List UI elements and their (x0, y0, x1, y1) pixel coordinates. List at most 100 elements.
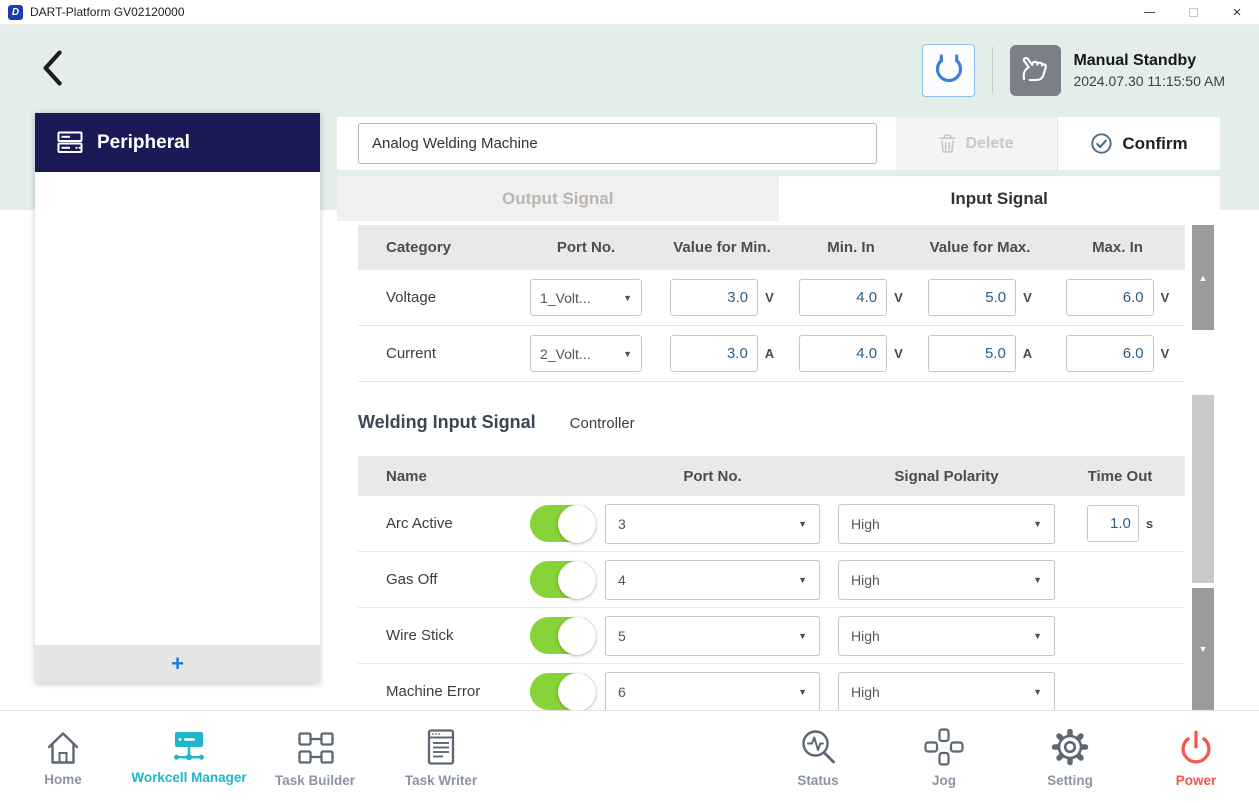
machine-error-toggle[interactable] (530, 673, 596, 710)
arc-active-port-dropdown[interactable]: 3 ▼ (605, 504, 820, 544)
col-signal-polarity: Signal Polarity (838, 468, 1055, 485)
arc-active-toggle[interactable] (530, 505, 596, 542)
gas-off-port-dropdown[interactable]: 4 ▼ (605, 560, 820, 600)
signal-table-header: Name Port No. Signal Polarity Time Out (358, 456, 1185, 496)
voltage-value-for-min-field[interactable]: 3.0 (670, 279, 758, 316)
unit-label: V (1023, 290, 1032, 305)
nav-label: Power (1176, 773, 1217, 788)
table-row-voltage: Voltage 1_Volt... ▼ 3.0 V 4.0 V 5.0 (358, 270, 1185, 326)
dropdown-value: High (851, 516, 880, 532)
gas-off-polarity-dropdown[interactable]: High ▼ (838, 560, 1055, 600)
wire-stick-toggle[interactable] (530, 617, 596, 654)
status-icon (796, 726, 840, 768)
delete-button[interactable]: Delete (896, 117, 1057, 170)
nav-jog[interactable]: Jog (881, 711, 1007, 803)
close-button[interactable]: × (1215, 0, 1259, 24)
nav-label: Workcell Manager (131, 770, 246, 785)
scroll-up-button[interactable]: ▲ (1192, 225, 1214, 330)
dropdown-value: 3 (618, 516, 626, 532)
dropdown-value: 5 (618, 628, 626, 644)
nav-workcell-manager[interactable]: Workcell Manager (126, 711, 252, 803)
sidebar-item-label: Peripheral (97, 132, 190, 154)
tab-output-signal[interactable]: Output Signal (337, 176, 779, 221)
dropdown-value: 1_Volt... (540, 290, 591, 306)
voltage-value-for-max-field[interactable]: 5.0 (928, 279, 1016, 316)
nav-status[interactable]: Status (755, 711, 881, 803)
maximize-button[interactable] (1171, 0, 1215, 24)
nav-task-writer[interactable]: Task Writer (378, 711, 504, 803)
signal-name-label: Wire Stick (358, 627, 530, 644)
status-divider (992, 47, 993, 93)
scrollbar-thumb[interactable] (1192, 395, 1214, 583)
welding-input-signal-section: Welding Input Signal Controller (358, 412, 1220, 436)
chevron-down-icon: ▼ (1033, 519, 1042, 529)
nav-task-builder[interactable]: Task Builder (252, 711, 378, 803)
robot-mode-label: Manual Standby (1073, 52, 1225, 70)
current-port-dropdown[interactable]: 2_Volt... ▼ (530, 335, 642, 372)
toggle-knob (558, 505, 596, 543)
toggle-knob (558, 617, 596, 655)
signal-name-label: Gas Off (358, 571, 530, 588)
wire-stick-port-dropdown[interactable]: 5 ▼ (605, 616, 820, 656)
nav-power[interactable]: Power (1133, 711, 1259, 803)
back-button[interactable] (36, 47, 72, 89)
analog-table-header: Category Port No. Value for Min. Min. In… (358, 225, 1185, 270)
col-time-out: Time Out (1055, 468, 1185, 485)
jog-icon (922, 726, 966, 768)
arc-active-polarity-dropdown[interactable]: High ▼ (838, 504, 1055, 544)
delete-label: Delete (965, 135, 1013, 153)
peripheral-name-input[interactable] (358, 123, 877, 164)
nav-setting[interactable]: Setting (1007, 711, 1133, 803)
nav-label: Home (44, 772, 82, 787)
machine-error-port-dropdown[interactable]: 6 ▼ (605, 672, 820, 711)
dart-platform-window: D DART-Platform GV02120000 × (0, 0, 1259, 803)
machine-error-polarity-dropdown[interactable]: High ▼ (838, 672, 1055, 711)
minimize-button[interactable] (1127, 0, 1171, 24)
wire-stick-polarity-dropdown[interactable]: High ▼ (838, 616, 1055, 656)
welding-signal-table: Name Port No. Signal Polarity Time Out A… (358, 456, 1185, 710)
chevron-down-icon: ▼ (1033, 687, 1042, 697)
voltage-port-dropdown[interactable]: 1_Volt... ▼ (530, 279, 642, 316)
table-row-machine-error: Machine Error 6 ▼ High ▼ (358, 664, 1185, 710)
current-value-for-max-field[interactable]: 5.0 (928, 335, 1016, 372)
sidebar-item-peripheral[interactable]: Peripheral (35, 113, 320, 172)
nav-label: Task Builder (275, 773, 355, 788)
unit-label: V (1161, 346, 1170, 361)
category-label: Voltage (358, 289, 520, 306)
unit-label: V (894, 346, 903, 361)
section-subtitle: Controller (570, 415, 635, 432)
app-logo-icon: D (8, 5, 23, 20)
confirm-button[interactable]: Confirm (1057, 117, 1220, 170)
dropdown-value: 6 (618, 684, 626, 700)
nav-home[interactable]: Home (0, 711, 126, 803)
nav-label: Status (797, 773, 838, 788)
back-chevron-icon (36, 47, 72, 89)
dropdown-value: High (851, 572, 880, 588)
gas-off-toggle[interactable] (530, 561, 596, 598)
tool-gripper-button[interactable] (922, 44, 975, 97)
chevron-down-icon: ▼ (1033, 631, 1042, 641)
gear-icon (1048, 726, 1092, 768)
plus-icon: + (171, 651, 184, 677)
unit-label: V (894, 290, 903, 305)
current-max-in-field[interactable]: 6.0 (1066, 335, 1154, 372)
voltage-min-in-field[interactable]: 4.0 (799, 279, 887, 316)
chevron-down-icon: ▼ (798, 687, 807, 697)
current-min-in-field[interactable]: 4.0 (799, 335, 887, 372)
add-peripheral-button[interactable]: + (35, 645, 320, 683)
datetime-label: 2024.07.30 11:15:50 AM (1073, 73, 1225, 89)
current-value-for-min-field[interactable]: 3.0 (670, 335, 758, 372)
voltage-max-in-field[interactable]: 6.0 (1066, 279, 1154, 316)
col-port-no: Port No. (520, 239, 652, 256)
tab-input-signal[interactable]: Input Signal (779, 176, 1221, 221)
arc-active-timeout-field[interactable]: 1.0 (1087, 505, 1139, 542)
chevron-down-icon: ▼ (1033, 575, 1042, 585)
scroll-down-button[interactable]: ▼ (1192, 588, 1214, 710)
table-row-current: Current 2_Volt... ▼ 3.0 A 4.0 V 5.0 (358, 326, 1185, 382)
unit-label: A (765, 346, 774, 361)
unit-label: s (1146, 516, 1153, 531)
manual-mode-button[interactable] (1010, 45, 1061, 96)
col-category: Category (358, 239, 520, 256)
input-signal-panel: Category Port No. Value for Min. Min. In… (337, 221, 1220, 710)
nav-label: Task Writer (405, 773, 477, 788)
